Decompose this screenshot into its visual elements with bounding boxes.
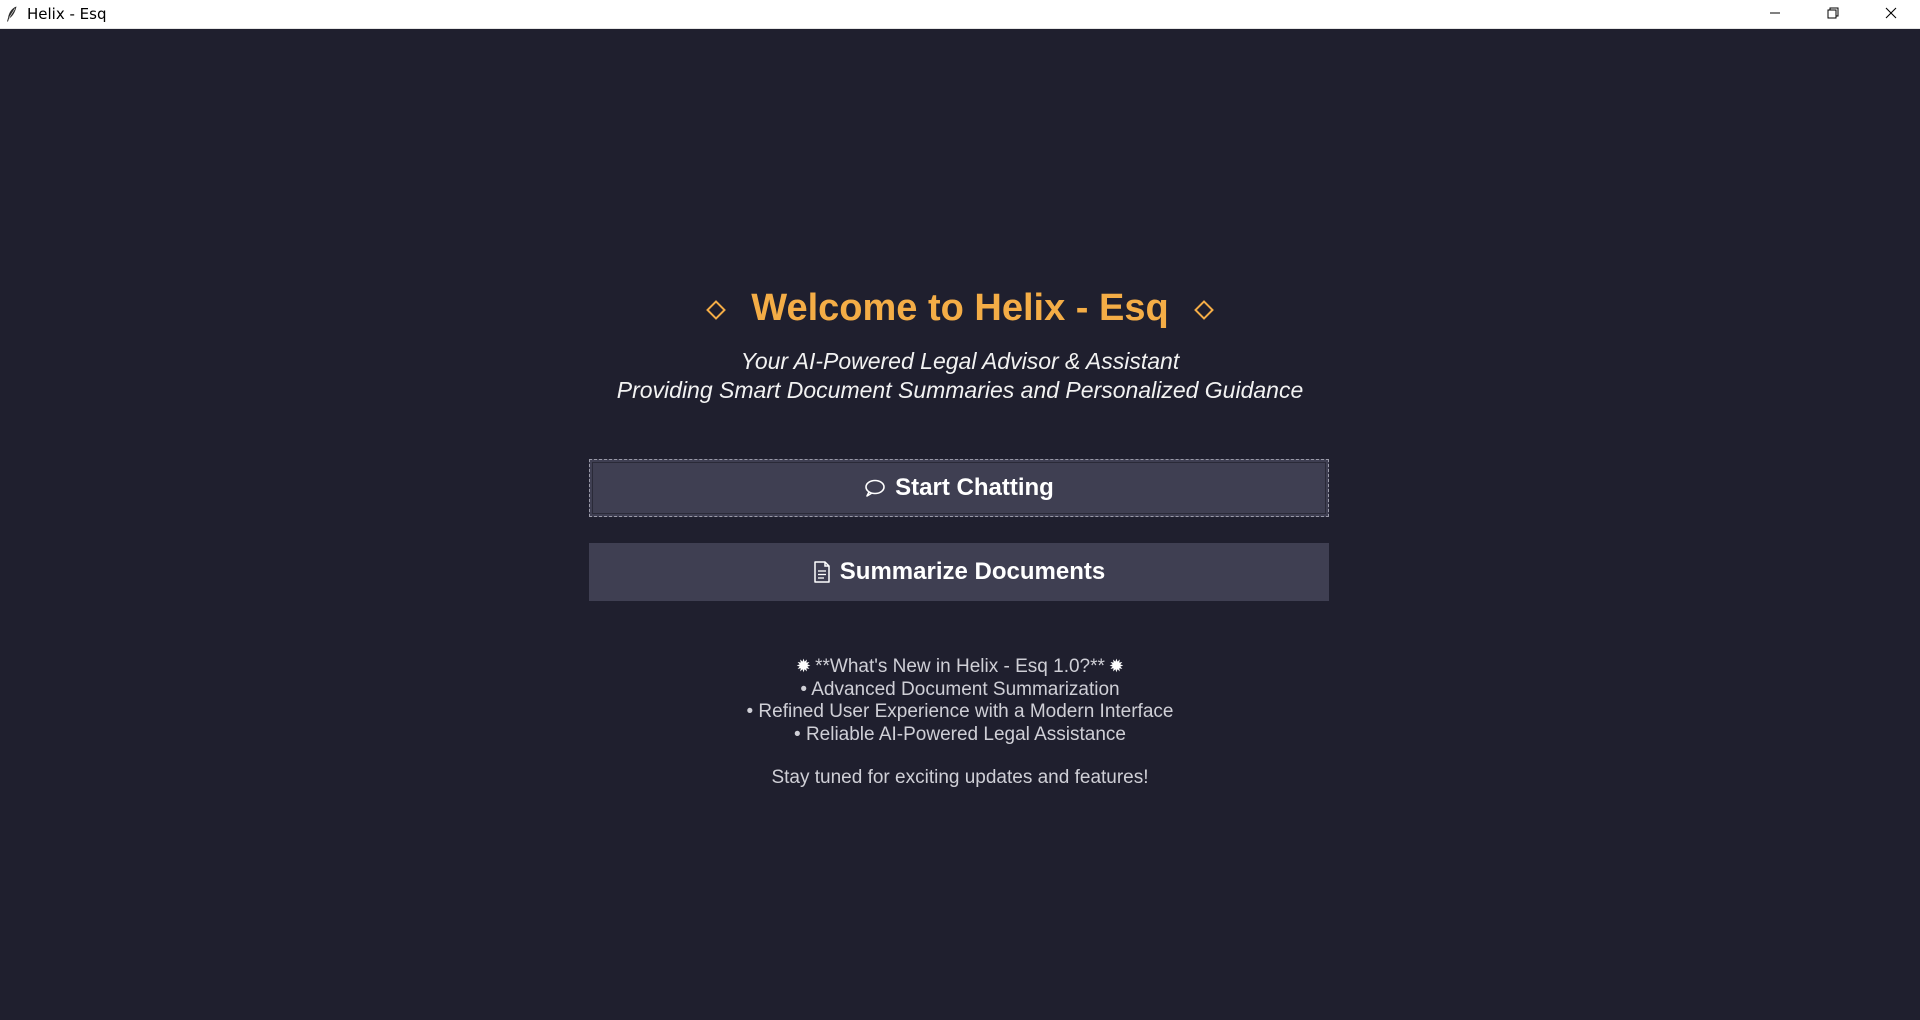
close-button[interactable] — [1862, 0, 1920, 29]
whats-new-section: ✹ **What's New in Helix - Esq 1.0?** ✹ • A… — [0, 655, 1920, 746]
sparkle-icon: ✹ — [1108, 656, 1124, 676]
window-title: Helix - Esq — [27, 5, 107, 23]
document-icon — [813, 561, 831, 583]
start-chatting-button[interactable]: Start Chatting — [589, 459, 1329, 517]
restore-button[interactable] — [1804, 0, 1862, 29]
list-item: • Refined User Experience with a Modern … — [746, 701, 1174, 722]
minimize-icon — [1769, 6, 1781, 24]
diamond-icon — [706, 300, 727, 320]
main-content: Welcome to Helix - Esq Your AI-Powered L… — [0, 29, 1920, 1020]
list-item: • Reliable AI-Powered Legal Assistance — [794, 723, 1126, 745]
list-item: • Advanced Document Summarization — [800, 678, 1120, 700]
window-controls — [1746, 0, 1920, 29]
welcome-title: Welcome to Helix - Esq — [751, 287, 1169, 329]
minimize-button[interactable] — [1746, 0, 1804, 29]
summarize-documents-label: Summarize Documents — [839, 558, 1106, 585]
summarize-documents-button[interactable]: Summarize Documents — [589, 543, 1329, 601]
subtitle-line-1: Your AI-Powered Legal Advisor & Assistan… — [740, 348, 1180, 374]
sparkle-icon: ✹ — [796, 656, 812, 676]
welcome-heading: Welcome to Helix - Esq — [0, 285, 1920, 331]
speech-bubble-icon — [864, 478, 886, 498]
feather-icon — [4, 6, 20, 22]
title-bar: Helix - Esq — [0, 0, 1920, 29]
close-icon — [1885, 6, 1897, 24]
stay-tuned-text: Stay tuned for exciting updates and feat… — [771, 767, 1149, 788]
whats-new-heading: ✹ **What's New in Helix - Esq 1.0?** ✹ — [796, 656, 1124, 677]
restore-icon — [1827, 6, 1839, 24]
start-chatting-label: Start Chatting — [895, 474, 1054, 501]
diamond-icon — [1193, 300, 1214, 320]
subtitle-line-2: Providing Smart Document Summaries and P… — [616, 377, 1304, 403]
